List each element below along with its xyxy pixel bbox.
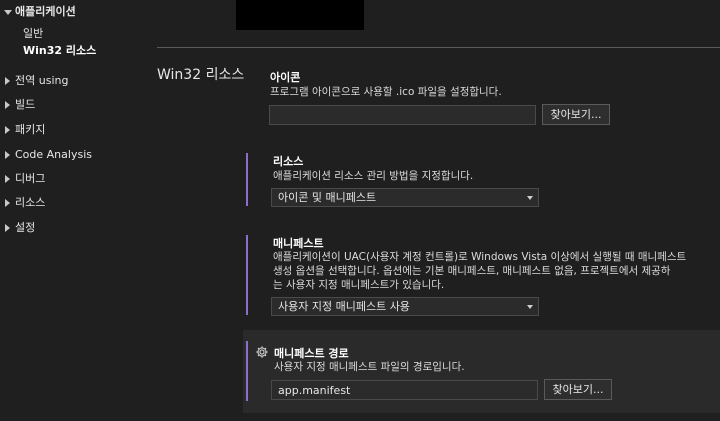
chevron-right-icon xyxy=(4,218,12,238)
chevron-right-icon xyxy=(4,145,12,165)
resources-setting-description: 애플리케이션 리소스 관리 방법을 지정합니다. xyxy=(273,170,474,182)
chevron-right-icon xyxy=(4,71,12,91)
sidebar-item-label: 디버그 xyxy=(15,172,46,185)
sidebar-item-label: 애플리케이션 xyxy=(15,5,76,18)
manifest-path-description: 사용자 지정 매니페스트 파일의 경로입니다. xyxy=(274,361,465,373)
chevron-down-icon xyxy=(527,305,533,309)
sidebar-item-label: 리소스 xyxy=(15,196,46,209)
chevron-right-icon xyxy=(4,95,12,115)
chevron-right-icon xyxy=(4,193,12,213)
resources-select[interactable]: 아이콘 및 매니페스트 xyxy=(271,188,539,207)
manifest-description-line-3: 는 사용자 지정 매니페스트가 있습니다. xyxy=(273,279,445,291)
sidebar-item-label: 빌드 xyxy=(15,98,36,111)
sidebar-item-label: 전역 using xyxy=(15,74,69,87)
sidebar-item-general[interactable]: 일반 xyxy=(23,25,43,43)
manifest-description-line-1: 애플리케이션이 UAC(사용자 계정 컨트롤)로 Windows Vista 이… xyxy=(273,251,687,263)
properties-window: 애플리케이션 일반 Win32 리소스 전역 using 빌드 패키지 Code… xyxy=(0,0,720,421)
sidebar: 애플리케이션 일반 Win32 리소스 전역 using 빌드 패키지 Code… xyxy=(0,0,150,421)
sidebar-item-label: 설정 xyxy=(15,221,36,234)
manifest-accent-bar xyxy=(246,235,248,315)
manifest-path-title: 매니페스트 경로 xyxy=(274,347,349,360)
chevron-right-icon xyxy=(4,169,12,189)
resources-setting-title: 리소스 xyxy=(273,155,304,168)
manifest-setting-title: 매니페스트 xyxy=(273,237,324,250)
resources-accent-bar xyxy=(246,153,248,206)
manifest-path-accent-bar xyxy=(246,341,248,401)
sidebar-item-win32-resources[interactable]: Win32 리소스 xyxy=(23,42,96,60)
chevron-down-icon xyxy=(527,196,533,200)
gear-icon[interactable] xyxy=(255,345,269,359)
sidebar-item-label: 패키지 xyxy=(15,123,46,136)
section-divider xyxy=(157,47,720,48)
chevron-down-icon xyxy=(4,2,12,22)
manifest-path-browse-button[interactable]: 찾아보기... xyxy=(544,379,612,400)
sidebar-item-label: Code Analysis xyxy=(15,148,92,161)
page-title: Win32 리소스 xyxy=(157,67,245,83)
resources-select-value: 아이콘 및 매니페스트 xyxy=(278,191,377,204)
manifest-path-input[interactable]: app.manifest xyxy=(271,380,538,400)
icon-browse-button[interactable]: 찾아보기... xyxy=(542,104,610,125)
manifest-description-line-2: 생성 옵션을 선택합니다. 옵션에는 기본 매니페스트, 매니페스트 없음, 프… xyxy=(273,265,671,277)
manifest-select-value: 사용자 지정 매니페스트 사용 xyxy=(278,300,410,313)
icon-setting-description: 프로그램 아이콘으로 사용할 .ico 파일을 설정합니다. xyxy=(270,86,502,98)
manifest-select[interactable]: 사용자 지정 매니페스트 사용 xyxy=(271,297,539,316)
icon-setting-title: 아이콘 xyxy=(270,71,301,84)
icon-path-input[interactable] xyxy=(269,105,536,125)
chevron-right-icon xyxy=(4,120,12,140)
search-overlay-block xyxy=(236,0,364,30)
